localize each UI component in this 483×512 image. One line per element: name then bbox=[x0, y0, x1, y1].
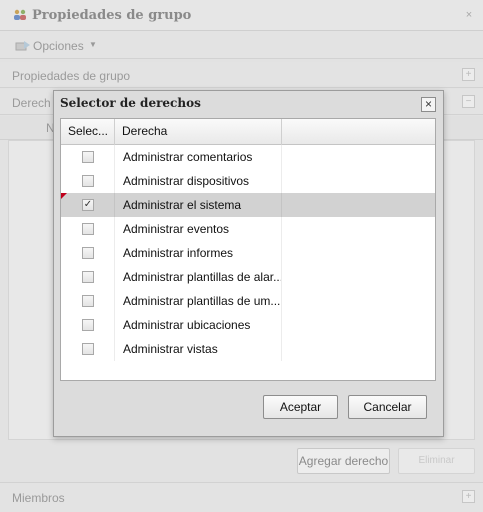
row-filler bbox=[282, 217, 435, 241]
window-title: Propiedades de grupo bbox=[32, 8, 192, 23]
window-close-icon[interactable]: × bbox=[463, 9, 475, 21]
row-checkbox[interactable] bbox=[82, 247, 94, 259]
row-checkbox[interactable] bbox=[82, 343, 94, 355]
row-filler bbox=[282, 145, 435, 169]
select-cell bbox=[61, 337, 115, 361]
right-name: Administrar ubicaciones bbox=[115, 313, 282, 337]
table-row[interactable]: Administrar plantillas de alar... bbox=[61, 265, 435, 289]
group-icon bbox=[13, 9, 27, 21]
column-header-select[interactable]: Selec... bbox=[61, 119, 115, 145]
rights-section-label: Derech bbox=[12, 96, 51, 110]
row-checkbox[interactable] bbox=[82, 151, 94, 163]
table-row[interactable]: Administrar dispositivos bbox=[61, 169, 435, 193]
expand-icon[interactable]: + bbox=[462, 490, 475, 503]
options-icon bbox=[15, 40, 31, 51]
select-cell bbox=[61, 169, 115, 193]
right-name: Administrar plantillas de alar... bbox=[115, 265, 282, 289]
window-title-bar: Propiedades de grupo × bbox=[0, 0, 483, 31]
cancel-button[interactable]: Cancelar bbox=[348, 395, 427, 419]
rights-selector-grid: Selec... Derecha Administrar comentarios… bbox=[60, 118, 436, 381]
grid-header: Selec... Derecha bbox=[61, 119, 435, 145]
table-row[interactable]: Administrar informes bbox=[61, 241, 435, 265]
select-cell bbox=[61, 265, 115, 289]
add-right-button[interactable]: Agregar derecho bbox=[297, 448, 390, 474]
rights-selector-dialog: Selector de derechos × Selec... Derecha … bbox=[53, 90, 444, 437]
toolbar: Opciones ▼ bbox=[0, 31, 483, 59]
modified-marker bbox=[61, 193, 67, 199]
right-name: Administrar comentarios bbox=[115, 145, 282, 169]
dialog-footer: Aceptar Cancelar bbox=[54, 387, 443, 436]
group-properties-section-label: Propiedades de grupo bbox=[12, 69, 131, 83]
right-name: Administrar eventos bbox=[115, 217, 282, 241]
right-name: Administrar plantillas de um... bbox=[115, 289, 282, 313]
row-checkbox[interactable] bbox=[82, 271, 94, 283]
accept-button[interactable]: Aceptar bbox=[263, 395, 338, 419]
row-filler bbox=[282, 241, 435, 265]
row-checkbox[interactable] bbox=[82, 295, 94, 307]
chevron-down-icon: ▼ bbox=[89, 40, 97, 49]
column-header-right[interactable]: Derecha bbox=[115, 119, 282, 145]
select-cell bbox=[61, 289, 115, 313]
row-filler bbox=[282, 169, 435, 193]
table-row[interactable]: Administrar ubicaciones bbox=[61, 313, 435, 337]
select-cell bbox=[61, 241, 115, 265]
right-name: Administrar vistas bbox=[115, 337, 282, 361]
group-properties-section[interactable]: Propiedades de grupo + bbox=[0, 62, 483, 88]
collapse-icon[interactable]: − bbox=[462, 95, 475, 108]
select-cell bbox=[61, 217, 115, 241]
row-filler bbox=[282, 289, 435, 313]
column-header-filler bbox=[282, 119, 435, 145]
members-section[interactable]: Miembros + bbox=[0, 482, 483, 512]
expand-icon[interactable]: + bbox=[462, 68, 475, 81]
table-row[interactable]: Administrar vistas bbox=[61, 337, 435, 361]
row-checkbox[interactable] bbox=[82, 223, 94, 235]
row-checkbox-checked[interactable]: ✓ bbox=[82, 199, 94, 211]
table-row[interactable]: Administrar eventos bbox=[61, 217, 435, 241]
row-checkbox[interactable] bbox=[82, 319, 94, 331]
dialog-title: Selector de derechos bbox=[60, 96, 201, 110]
dialog-title-bar: Selector de derechos × bbox=[54, 91, 443, 117]
right-name: Administrar el sistema bbox=[115, 193, 282, 217]
select-cell: ✓ bbox=[61, 193, 115, 217]
row-checkbox[interactable] bbox=[82, 175, 94, 187]
table-row[interactable]: Administrar comentarios bbox=[61, 145, 435, 169]
row-filler bbox=[282, 265, 435, 289]
options-menu-button[interactable]: Opciones bbox=[33, 39, 84, 53]
right-name: Administrar informes bbox=[115, 241, 282, 265]
right-name: Administrar dispositivos bbox=[115, 169, 282, 193]
select-cell bbox=[61, 145, 115, 169]
row-filler bbox=[282, 313, 435, 337]
select-cell bbox=[61, 313, 115, 337]
table-row[interactable]: Administrar plantillas de um... bbox=[61, 289, 435, 313]
table-row-selected[interactable]: ✓ Administrar el sistema bbox=[61, 193, 435, 217]
row-filler bbox=[282, 337, 435, 361]
members-section-label: Miembros bbox=[12, 491, 65, 505]
dialog-close-icon[interactable]: × bbox=[421, 97, 436, 112]
remove-right-button: Eliminar bbox=[398, 448, 475, 474]
row-filler bbox=[282, 193, 435, 217]
rights-actions: Agregar derecho Eliminar bbox=[0, 448, 483, 478]
